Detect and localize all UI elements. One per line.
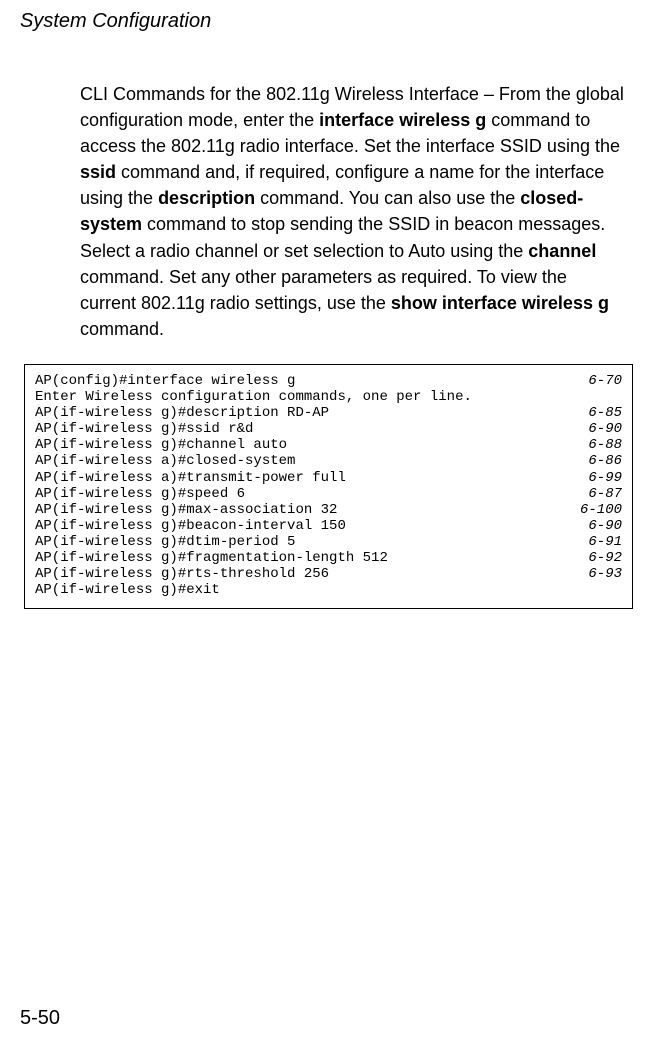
cli-cmd: AP(if-wireless g)#max-association 32 [35,502,337,518]
cli-cmd: AP(if-wireless g)#speed 6 [35,486,245,502]
cli-cmd: AP(if-wireless g)#fragmentation-length 5… [35,550,388,566]
cli-line: AP(if-wireless g)#max-association 32 6-10… [35,502,622,518]
cli-cmd: AP(if-wireless g)#exit [35,582,220,598]
para-text-4: command. You can also use the [255,188,520,208]
cli-ref: 6-93 [580,566,622,582]
para-bold-1: interface wireless g [319,110,486,130]
cli-ref: 6-85 [580,405,622,421]
cli-line: AP(if-wireless g)#description RD-AP 6-85 [35,405,622,421]
cli-cmd: AP(if-wireless g)#ssid r&d [35,421,253,437]
cli-line: AP(if-wireless g)#fragmentation-length 5… [35,550,622,566]
cli-ref: 6-70 [580,373,622,389]
cli-ref: 6-92 [580,550,622,566]
cli-cmd: AP(if-wireless a)#transmit-power full [35,470,346,486]
cli-line: AP(if-wireless a)#closed-system 6-86 [35,453,622,469]
cli-ref: 6-100 [572,502,622,518]
cli-cmd: AP(if-wireless g)#dtim-period 5 [35,534,295,550]
cli-line: AP(config)#interface wireless g 6-70 [35,373,622,389]
cli-line: AP(if-wireless g)#ssid r&d 6-90 [35,421,622,437]
para-bold-6: show interface wireless g [391,293,609,313]
page: System Configuration CLI Commands for th… [0,0,657,1052]
para-text-5: command to stop sending the SSID in beac… [80,214,605,260]
cli-cmd: AP(if-wireless g)#channel auto [35,437,287,453]
cli-cmd: AP(if-wireless a)#closed-system [35,453,295,469]
cli-line: AP(if-wireless g)#beacon-interval 150 6-9… [35,518,622,534]
cli-line: AP(if-wireless g)#speed 6 6-87 [35,486,622,502]
cli-ref [614,389,622,405]
cli-cmd: Enter Wireless configuration commands, o… [35,389,472,405]
para-bold-5: channel [528,241,596,261]
cli-line: AP(if-wireless g)#channel auto 6-88 [35,437,622,453]
cli-line: AP(if-wireless g)#dtim-period 5 6-91 [35,534,622,550]
running-header: System Configuration [20,10,637,33]
cli-line: AP(if-wireless a)#transmit-power full 6-9… [35,470,622,486]
page-number: 5-50 [20,1007,60,1030]
cli-cmd: AP(config)#interface wireless g [35,373,295,389]
para-text-7: command. [80,319,164,339]
cli-line: AP(if-wireless g)#exit [35,582,622,598]
cli-ref: 6-86 [580,453,622,469]
cli-output-block: AP(config)#interface wireless g 6-70 Ente… [24,364,633,609]
cli-cmd: AP(if-wireless g)#beacon-interval 150 [35,518,346,534]
cli-ref: 6-90 [580,518,622,534]
cli-ref [614,582,622,598]
cli-ref: 6-99 [580,470,622,486]
cli-line: Enter Wireless configuration commands, o… [35,389,622,405]
cli-cmd: AP(if-wireless g)#rts-threshold 256 [35,566,329,582]
body-paragraph: CLI Commands for the 802.11g Wireless In… [80,81,627,342]
cli-ref: 6-87 [580,486,622,502]
cli-cmd: AP(if-wireless g)#description RD-AP [35,405,329,421]
cli-ref: 6-90 [580,421,622,437]
cli-ref: 6-91 [580,534,622,550]
cli-line: AP(if-wireless g)#rts-threshold 256 6-93 [35,566,622,582]
para-bold-2: ssid [80,162,116,182]
para-bold-3: description [158,188,255,208]
cli-ref: 6-88 [580,437,622,453]
